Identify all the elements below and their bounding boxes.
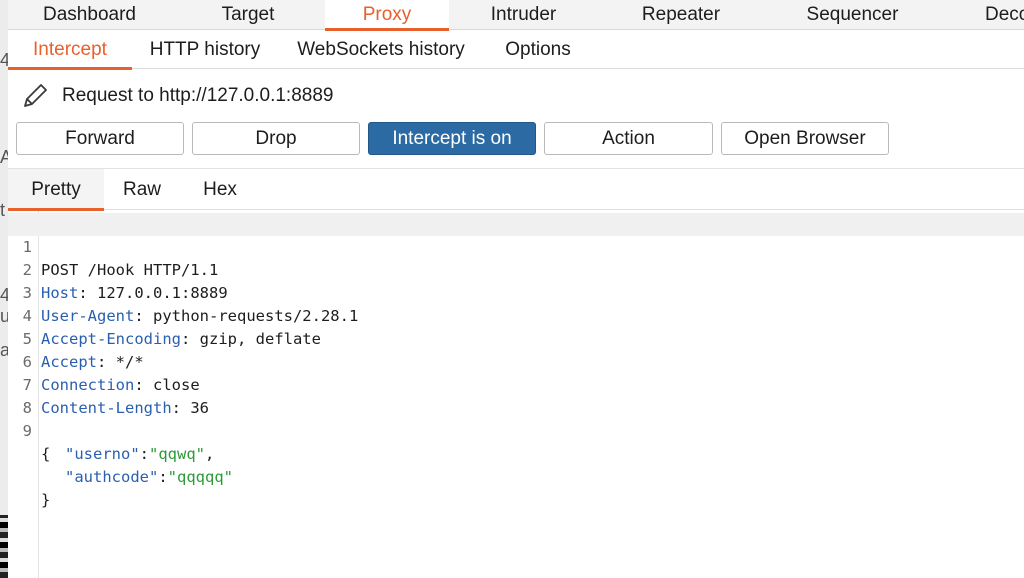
json-field-line: "authcode":"qqqqq" [65,468,233,486]
open-browser-button[interactable]: Open Browser [721,122,889,155]
tab-sequencer[interactable]: Sequencer [764,0,941,30]
tab-http-history[interactable]: HTTP history [132,31,278,69]
tab-websockets-history[interactable]: WebSockets history [278,31,484,69]
intercept-toggle-button[interactable]: Intercept is on [368,122,536,155]
tab-repeater[interactable]: Repeater [598,0,764,30]
body-open-line: 9 { [22,422,51,463]
request-target-row: Request to http://127.0.0.1:8889 [8,76,1024,116]
tab-intercept[interactable]: Intercept [8,31,132,70]
tab-target[interactable]: Target [171,0,325,30]
main-tab-bar: Dashboard Target Proxy Intruder Repeater… [8,0,1024,31]
tab-options[interactable]: Options [484,31,592,69]
proxy-sub-tab-bar: Intercept HTTP history WebSockets histor… [8,31,1024,70]
forward-button[interactable]: Forward [16,122,184,155]
header-line: 3 User-Agent: python-requests/2.28.1 [22,284,359,325]
tab-proxy[interactable]: Proxy [325,0,449,31]
header-line: 5 Accept: */* [22,330,144,371]
action-button[interactable]: Action [544,122,713,155]
tab-hex[interactable]: Hex [180,169,260,210]
tab-raw[interactable]: Raw [104,169,180,210]
drop-button[interactable]: Drop [192,122,360,155]
blank-line: 8 [22,399,32,417]
request-line: 1 POST /Hook HTTP/1.1 [8,213,1024,279]
header-line: 2 Host: 127.0.0.1:8889 [22,261,228,302]
background-window-edge: 4 A t 4 u a [0,0,8,578]
tab-intruder[interactable]: Intruder [449,0,598,30]
tab-decoder[interactable]: Deco [941,0,1024,30]
header-line: 6 Connection: close [22,353,200,394]
intercept-toolbar: Forward Drop Intercept is on Action Open… [8,122,1024,156]
header-line: 4 Accept-Encoding: gzip, deflate [22,307,321,348]
burp-suite-window: Dashboard Target Proxy Intruder Repeater… [8,0,1024,578]
tab-dashboard[interactable]: Dashboard [8,0,171,30]
request-editor[interactable]: 1 POST /Hook HTTP/1.1 2 Host: 127.0.0.1:… [8,211,1024,578]
request-target-label: Request to http://127.0.0.1:8889 [62,85,334,106]
tab-pretty[interactable]: Pretty [8,169,104,211]
pencil-icon[interactable] [20,81,50,111]
json-field-line: "userno":"qqwq", [65,445,215,463]
message-editor-tabs: Pretty Raw Hex [8,168,1024,211]
header-line: 7 Content-Length: 36 [22,376,209,417]
body-close-line: } [41,491,51,509]
